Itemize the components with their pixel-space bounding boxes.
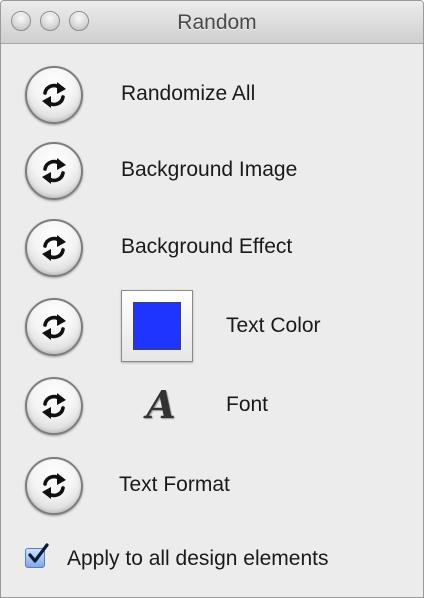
random-window: Random Randomize All Background Image Ba…	[0, 0, 424, 598]
apply-all-label[interactable]: Apply to all design elements	[67, 547, 329, 571]
checkmark-icon	[28, 543, 49, 563]
randomize-all-button[interactable]	[25, 66, 83, 124]
shuffle-arrows-icon	[42, 393, 66, 419]
shuffle-arrows-icon	[42, 158, 66, 184]
text-color-swatch	[133, 302, 181, 350]
shuffle-arrows-icon	[42, 314, 66, 340]
text-format-label: Text Format	[119, 473, 230, 496]
randomize-background-effect-button[interactable]	[25, 219, 83, 277]
font-preview-icon[interactable]: A	[139, 382, 183, 428]
apply-all-checkbox[interactable]	[25, 543, 49, 568]
random-panel: Randomize All Background Image Backgroun…	[1, 44, 423, 597]
randomize-text-color-button[interactable]	[25, 298, 83, 356]
background-effect-label: Background Effect	[121, 235, 293, 258]
text-color-label: Text Color	[226, 314, 321, 337]
background-image-label: Background Image	[121, 158, 298, 181]
title-bar[interactable]: Random	[1, 1, 423, 44]
randomize-all-label: Randomize All	[121, 82, 256, 105]
window-title: Random	[177, 11, 257, 34]
randomize-text-format-button[interactable]	[25, 457, 83, 515]
font-label: Font	[226, 393, 269, 416]
shuffle-arrows-icon	[42, 82, 66, 108]
shuffle-arrows-icon	[42, 235, 66, 261]
randomize-background-image-button[interactable]	[25, 142, 83, 200]
randomize-font-button[interactable]	[25, 377, 83, 435]
text-color-well[interactable]	[121, 290, 193, 362]
shuffle-arrows-icon	[42, 473, 66, 499]
